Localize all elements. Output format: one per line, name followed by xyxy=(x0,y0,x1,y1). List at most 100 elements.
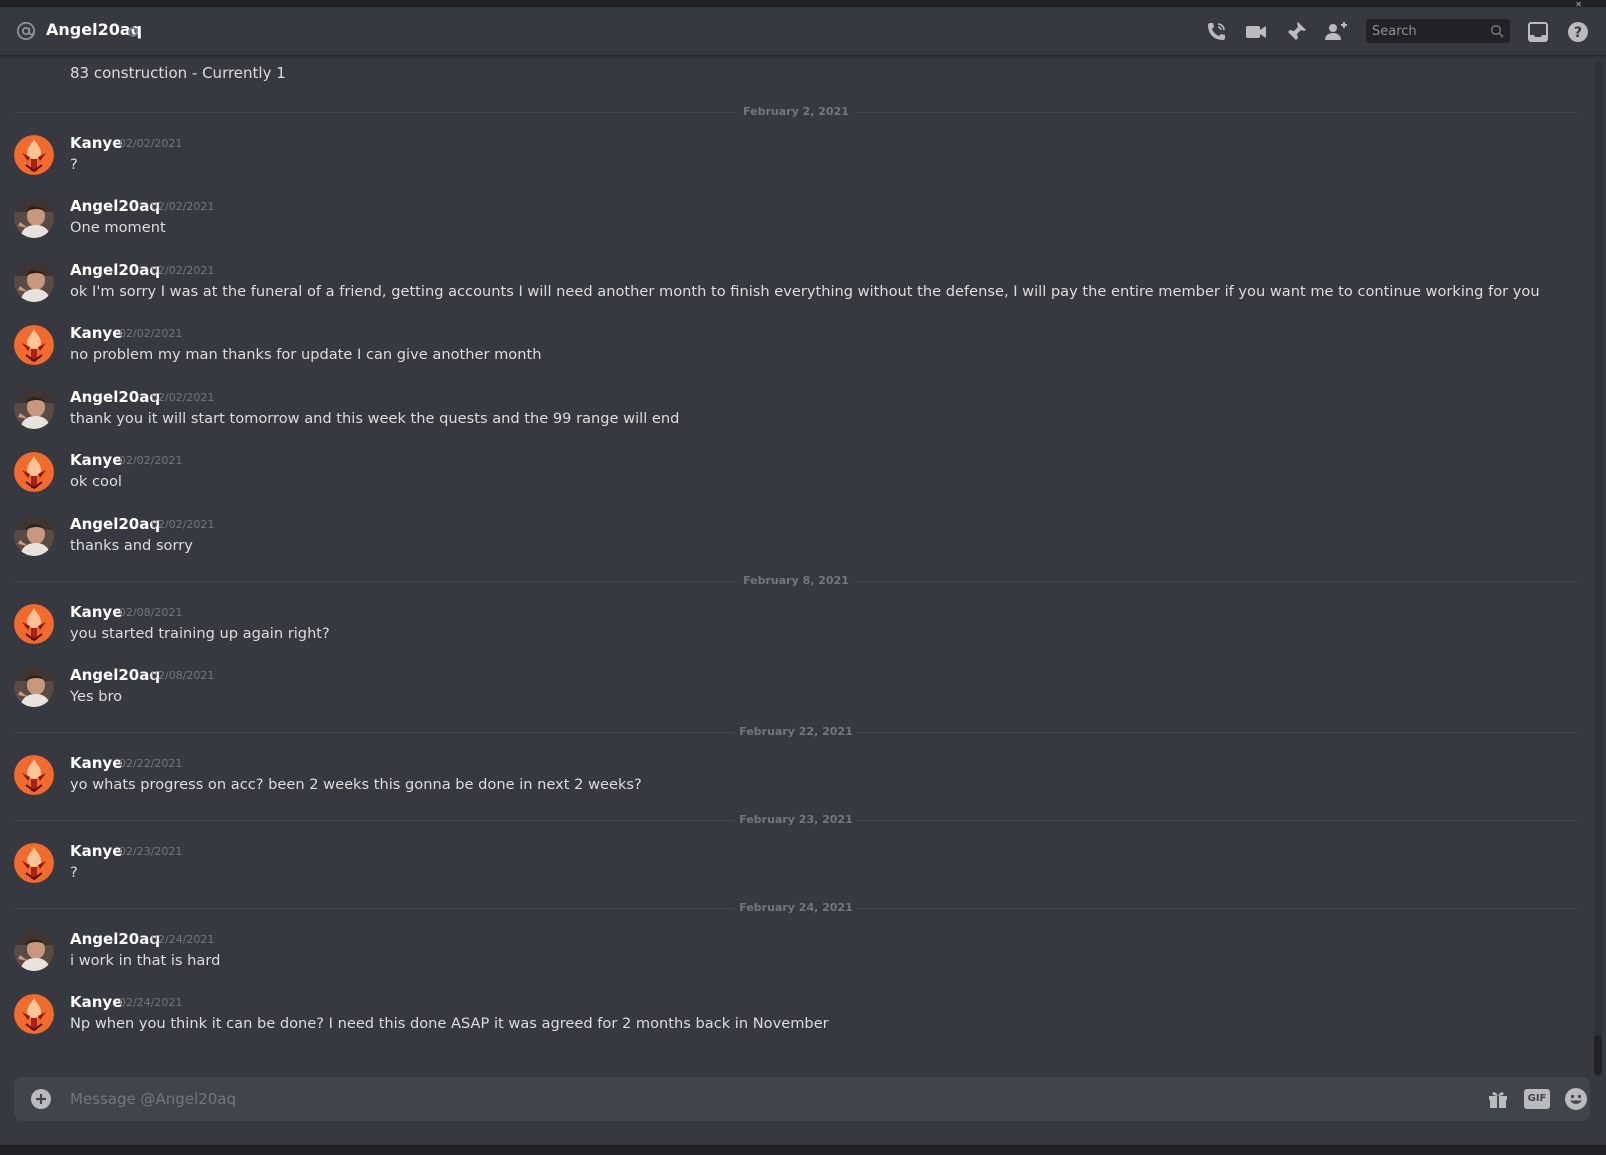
message-text: ok cool xyxy=(70,473,122,490)
offline-status-icon xyxy=(128,27,138,37)
message-author[interactable]: Angel20aq xyxy=(70,515,160,533)
message-text: 83 construction - Currently 1 xyxy=(70,64,286,82)
message-author[interactable]: Angel20aq xyxy=(70,666,160,684)
message-timestamp: 02/02/2021 xyxy=(151,391,215,404)
message-list[interactable]: 83 construction - Currently 1 February 2,… xyxy=(0,56,1592,1076)
message-text: ? xyxy=(70,864,78,881)
message-timestamp: 02/02/2021 xyxy=(119,327,183,340)
message-text: ok I'm sorry I was at the funeral of a f… xyxy=(70,283,1540,300)
video-call-icon[interactable] xyxy=(1244,20,1268,44)
message-timestamp: 02/02/2021 xyxy=(151,200,215,213)
message-author[interactable]: Kanye xyxy=(70,134,122,152)
message-author[interactable]: Kanye xyxy=(70,842,122,860)
avatar[interactable] xyxy=(14,452,54,492)
message-author[interactable]: Angel20aq xyxy=(70,930,160,948)
dm-chat-window: Angel20aq Search ? 83 construction - Cur… xyxy=(0,7,1606,1155)
voice-call-icon[interactable] xyxy=(1204,20,1228,44)
date-divider: February 2, 2021 xyxy=(14,105,1578,118)
emoji-icon[interactable] xyxy=(1564,1087,1588,1111)
date-divider: February 22, 2021 xyxy=(14,725,1578,738)
date-divider-label: February 24, 2021 xyxy=(735,901,857,914)
message-timestamp: 02/02/2021 xyxy=(151,518,215,531)
message-item[interactable]: Angel20aq 02/02/2021 ok I'm sorry I was at… xyxy=(0,261,1592,309)
date-divider-label: February 23, 2021 xyxy=(735,813,857,826)
avatar[interactable] xyxy=(14,994,54,1034)
message-timestamp: 02/24/2021 xyxy=(119,996,183,1009)
search-icon[interactable] xyxy=(1490,24,1504,38)
message-timestamp: 02/22/2021 xyxy=(119,757,183,770)
avatar[interactable] xyxy=(14,262,54,302)
scrollbar-thumb[interactable] xyxy=(1594,1035,1602,1075)
inbox-icon[interactable] xyxy=(1526,20,1550,44)
message-item[interactable]: Kanye 02/22/2021 yo whats progress on acc?… xyxy=(0,754,1592,802)
avatar[interactable] xyxy=(14,667,54,707)
gif-button[interactable]: GIF xyxy=(1524,1089,1550,1109)
message-item[interactable]: Angel20aq 02/08/2021 Yes bro xyxy=(0,666,1592,714)
search-box[interactable] xyxy=(1366,19,1510,43)
message-timestamp: 02/02/2021 xyxy=(151,264,215,277)
message-author[interactable]: Kanye xyxy=(70,754,122,772)
scrollbar[interactable] xyxy=(1594,61,1602,1077)
message-text: you started training up again right? xyxy=(70,625,330,642)
message-text: Np when you think it can be done? I need… xyxy=(70,1015,829,1032)
message-item[interactable]: Kanye 02/02/2021? xyxy=(0,134,1592,182)
avatar[interactable] xyxy=(14,604,54,644)
date-divider: February 24, 2021 xyxy=(14,901,1578,914)
message-text: thanks and sorry xyxy=(70,537,193,554)
message-author[interactable]: Angel20aq xyxy=(70,261,160,279)
channel-header: Angel20aq Search ? xyxy=(0,7,1606,56)
message-item[interactable]: Angel20aq 02/02/2021 thank you it will sta… xyxy=(0,388,1592,436)
message-author[interactable]: Kanye xyxy=(70,993,122,1011)
message-text: yo whats progress on acc? been 2 weeks t… xyxy=(70,776,642,793)
message-item[interactable]: Kanye 02/23/2021? xyxy=(0,842,1592,890)
help-icon[interactable]: ? xyxy=(1566,20,1590,44)
avatar[interactable] xyxy=(14,389,54,429)
message-text: thank you it will start tomorrow and thi… xyxy=(70,410,680,427)
date-divider-label: February 22, 2021 xyxy=(735,725,857,738)
add-friend-icon[interactable] xyxy=(1324,20,1348,44)
attach-plus-icon[interactable] xyxy=(30,1088,52,1110)
window-bottom-edge xyxy=(0,1145,1606,1155)
message-item[interactable]: Kanye 02/08/2021 you started training up a… xyxy=(0,603,1592,651)
avatar[interactable] xyxy=(14,325,54,365)
message-timestamp: 02/08/2021 xyxy=(119,606,183,619)
message-text: ? xyxy=(70,156,78,173)
avatar[interactable] xyxy=(14,516,54,556)
message-timestamp: 02/02/2021 xyxy=(119,454,183,467)
message-composer: GIF xyxy=(14,1077,1590,1121)
avatar[interactable] xyxy=(14,931,54,971)
date-divider-label: February 8, 2021 xyxy=(739,574,853,587)
message-item[interactable]: Angel20aq 02/02/2021 One moment xyxy=(0,197,1592,245)
date-divider-label: February 2, 2021 xyxy=(739,105,853,118)
message-item[interactable]: Kanye 02/02/2021 no problem my man thanks … xyxy=(0,324,1592,372)
message-timestamp: 02/08/2021 xyxy=(151,669,215,682)
message-author[interactable]: Kanye xyxy=(70,324,122,342)
message-text: i work in that is hard xyxy=(70,952,221,969)
message-timestamp: 02/24/2021 xyxy=(151,933,215,946)
message-item[interactable]: Angel20aq 02/24/2021 i work in that is har… xyxy=(0,930,1592,978)
at-icon xyxy=(16,21,36,41)
avatar[interactable] xyxy=(14,843,54,883)
message-timestamp: 02/23/2021 xyxy=(119,845,183,858)
date-divider: February 8, 2021 xyxy=(14,574,1578,587)
message-text: no problem my man thanks for update I ca… xyxy=(70,346,542,363)
message-author[interactable]: Angel20aq xyxy=(70,388,160,406)
message-item[interactable]: Kanye 02/02/2021 ok cool xyxy=(0,451,1592,499)
avatar[interactable] xyxy=(14,755,54,795)
search-input[interactable] xyxy=(1372,23,1482,39)
message-author[interactable]: Kanye xyxy=(70,451,122,469)
date-divider: February 23, 2021 xyxy=(14,813,1578,826)
message-author[interactable]: Angel20aq xyxy=(70,197,160,215)
message-item[interactable]: Angel20aq 02/02/2021 thanks and sorry xyxy=(0,515,1592,563)
message-author[interactable]: Kanye xyxy=(70,603,122,621)
message-text: One moment xyxy=(70,219,166,236)
gift-icon[interactable] xyxy=(1486,1087,1510,1111)
message-input[interactable] xyxy=(70,1089,1370,1109)
avatar[interactable] xyxy=(14,135,54,175)
window-titlebar: ▁✕ xyxy=(0,0,1606,9)
message-text: Yes bro xyxy=(70,688,123,705)
message-item[interactable]: Kanye 02/24/2021 Np when you think it can … xyxy=(0,993,1592,1041)
pin-icon[interactable] xyxy=(1284,20,1308,44)
message-timestamp: 02/02/2021 xyxy=(119,137,183,150)
avatar[interactable] xyxy=(14,198,54,238)
